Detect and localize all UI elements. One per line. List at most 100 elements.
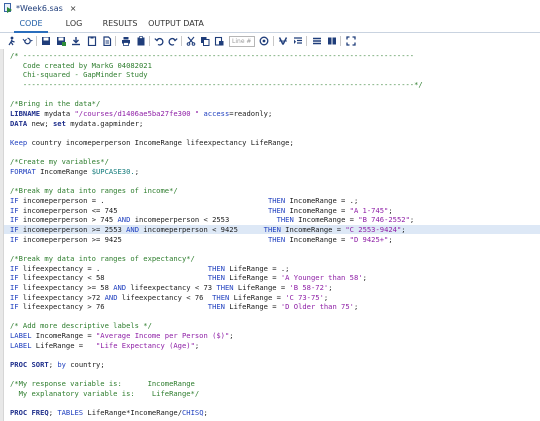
code-line[interactable]: Chi-squared - GapMinder Study: [10, 70, 148, 79]
code-line[interactable]: LABEL LifeRange = "Life Expectancy (Age)…: [10, 341, 199, 350]
code-token: incomeperperson > 745: [18, 215, 118, 225]
code-line[interactable]: /* Add more descriptive labels */: [10, 321, 152, 330]
code-token: PROC SORT: [10, 360, 49, 370]
code-token: IncomeRange =: [285, 234, 350, 244]
file-tab-week6[interactable]: *Week6.sas ×: [2, 1, 77, 15]
tab-output-data[interactable]: OUTPUT DATA: [148, 18, 204, 33]
code-line[interactable]: ----------------------------------------…: [10, 80, 423, 89]
code-token: ;: [362, 273, 367, 283]
code-line[interactable]: IF lifeexpectancy < 58 THEN LifeRange = …: [10, 273, 367, 282]
paste-icon[interactable]: [135, 36, 146, 46]
download-icon[interactable]: [70, 36, 81, 46]
line-number-input[interactable]: Line #: [229, 36, 255, 47]
code-line[interactable]: Code created by MarkG 04082021: [10, 61, 152, 70]
code-token: LABEL: [10, 340, 32, 350]
maximize-icon[interactable]: [345, 36, 356, 46]
code-line[interactable]: /* -------------------------------------…: [10, 51, 414, 60]
code-token: mydata: [40, 108, 75, 118]
code-line[interactable]: IF incomeperperson > 745 AND incomeperpe…: [10, 215, 414, 224]
redo-icon[interactable]: [167, 36, 178, 46]
code-token: IF: [10, 302, 19, 312]
code-token: ----------------------------------------…: [10, 79, 423, 89]
code-token: My explanatory variable is: LifeRange*/: [10, 389, 200, 399]
code-token: AND: [126, 224, 139, 234]
code-token: "B 746-2552": [358, 215, 410, 225]
code-token: LABEL: [10, 331, 32, 341]
save-as-icon[interactable]: [55, 36, 66, 46]
code-token: ;: [353, 302, 359, 312]
code-token: LifeRange =: [224, 273, 281, 283]
file-tab-bar: *Week6.sas ×: [0, 0, 540, 15]
code-line[interactable]: /*Break my data into ranges of income*/: [10, 186, 178, 195]
find-icon[interactable]: [258, 36, 269, 46]
code-token: /*Break my data into ranges of expectanc…: [10, 253, 195, 263]
code-line[interactable]: IF incomeperperson >= 9425 THEN IncomeRa…: [10, 235, 393, 244]
code-token: THEN: [276, 215, 294, 225]
code-token: IncomeRange =: [293, 215, 359, 225]
code-line[interactable]: IF lifeexpectancy >= 58 AND lifeexpectan…: [10, 283, 333, 292]
copy-icon[interactable]: [199, 36, 210, 46]
code-line[interactable]: My explanatory variable is: LifeRange*/: [10, 389, 200, 399]
code-token: incomeperperson >= 2553: [18, 224, 127, 234]
code-line[interactable]: FORMAT IncomeRange $UPCASE30.;: [10, 167, 139, 176]
save-icon[interactable]: [40, 36, 51, 46]
code-line[interactable]: DATA new; set mydata.gapminder;: [10, 119, 143, 128]
code-token: 'D Older than 75': [280, 302, 354, 312]
code-line[interactable]: /*My response variable is: IncomeRange: [10, 379, 195, 388]
code-token: IF: [10, 205, 19, 215]
code-token: set: [53, 118, 66, 128]
code-token: "A 1-745": [349, 205, 389, 215]
code-token: DATA: [10, 118, 28, 128]
code-token: THEN: [207, 263, 225, 273]
code-line[interactable]: /*Bring in the data*/: [10, 99, 100, 108]
code-line[interactable]: PROC SORT; by country;: [10, 360, 105, 369]
code-line[interactable]: IF incomeperperson = . THEN IncomeRange …: [10, 196, 358, 205]
code-token: incomeperperson < 9425: [139, 224, 264, 234]
code-token: IF: [10, 263, 19, 273]
code-token: LifeRange =: [229, 292, 286, 302]
code-token: by: [57, 360, 66, 370]
tab-results[interactable]: RESULTS: [99, 18, 141, 33]
close-tab-icon[interactable]: ×: [70, 4, 77, 13]
code-token: "/courses/d1406ae5ba27fe300 ": [74, 108, 200, 118]
code-line[interactable]: /*Break my data into ranges of expectanc…: [10, 254, 195, 263]
code-token: Code created by MarkG 04082021: [10, 60, 152, 70]
undo-history-icon[interactable]: [22, 36, 33, 46]
run-icon[interactable]: [6, 36, 17, 46]
tab-log[interactable]: LOG: [59, 18, 89, 33]
code-token: lifeexpectancy < 73: [126, 282, 217, 292]
code-line[interactable]: IF lifeexpectancy >72 AND lifeexpectancy…: [10, 293, 328, 302]
copy-to-clipboard-icon[interactable]: [86, 36, 97, 46]
code-line[interactable]: LABEL IncomeRange = "Average Income per …: [10, 331, 234, 340]
code-token: LifeRange*IncomeRange/: [83, 408, 182, 418]
cut-icon[interactable]: [185, 36, 196, 46]
code-editor[interactable]: /* -------------------------------------…: [0, 49, 540, 421]
code-token: THEN: [267, 205, 286, 215]
tab-code[interactable]: CODE: [14, 18, 48, 33]
code-line[interactable]: IF incomeperperson >= 2553 AND incomeper…: [4, 224, 540, 234]
code-line[interactable]: LIBNAME mydata "/courses/d1406ae5ba27fe3…: [10, 109, 272, 118]
code-line[interactable]: IF lifeexpectancy > 76 THEN LifeRange = …: [10, 302, 358, 311]
code-token: THEN: [267, 234, 286, 244]
sas-program-icon: [2, 3, 13, 13]
code-token: IncomeRange =: [285, 205, 350, 215]
format-code-icon[interactable]: [277, 36, 288, 46]
code-token: THEN: [216, 282, 234, 292]
code-token: 'B 58-72': [289, 282, 329, 292]
code-line[interactable]: IF incomeperperson <= 745 THEN IncomeRan…: [10, 206, 393, 215]
print-icon[interactable]: [120, 36, 131, 46]
undo-icon[interactable]: [153, 36, 164, 46]
code-token: ;: [134, 166, 139, 176]
code-line[interactable]: IF lifeexpectancy = . THEN LifeRange = .…: [10, 264, 289, 273]
snippets-icon[interactable]: [311, 36, 322, 46]
code-token: ;: [401, 224, 406, 234]
code-token: lifeexpectancy >= 58: [18, 282, 114, 292]
split-view-icon[interactable]: [326, 36, 337, 46]
document-icon[interactable]: [101, 36, 112, 46]
code-line[interactable]: PROC FREQ; TABLES LifeRange*IncomeRange/…: [10, 408, 208, 417]
code-line[interactable]: /*Create my variables*/: [10, 157, 109, 166]
code-line[interactable]: Keep country incomeperperson IncomeRange…: [10, 138, 294, 147]
paste-clipboard-icon[interactable]: [213, 36, 224, 46]
indent-icon[interactable]: [292, 36, 303, 46]
code-token: lifeexpectancy >72: [18, 292, 105, 302]
